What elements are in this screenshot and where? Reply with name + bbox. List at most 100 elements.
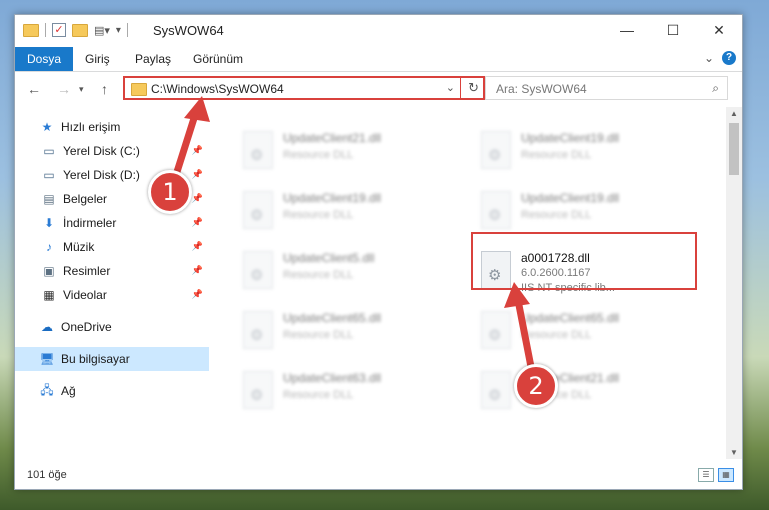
list-item[interactable]: ⚙ UpdateClient19.dll Resource DLL [235,187,455,239]
sidebar-item-drive-c[interactable]: ▭ Yerel Disk (C:) 📌 [15,139,209,163]
view-toggle: ☰ ▦ [698,468,734,482]
file-description: Resource DLL [521,149,592,161]
file-description: Resource DLL [283,329,354,341]
scroll-down-icon[interactable]: ▼ [730,448,738,457]
file-name: UpdateClient19.dll [521,131,620,145]
network-icon: 🖧 [40,382,54,397]
sidebar-item-label: Bu bilgisayar [61,352,130,366]
tab-file[interactable]: Dosya [15,47,74,71]
recent-locations-icon[interactable]: ▾ [79,84,84,95]
file-name: UpdateClient21.dll [283,131,382,145]
folder-icon [131,83,147,96]
list-item[interactable]: ⚙ UpdateClient65.dll Resource DLL [235,307,455,359]
details-view-icon[interactable]: ☰ [698,468,714,482]
drive-icon: ▭ [43,144,55,158]
scroll-up-icon[interactable]: ▲ [730,109,738,118]
expand-ribbon-icon[interactable]: ⌄ [704,51,714,65]
sidebar-item-music[interactable]: ♪ Müzik 📌 [15,235,209,259]
scroll-thumb[interactable] [729,123,739,175]
file-name: UpdateClient5.dll [283,251,375,265]
tiles-view-icon[interactable]: ▦ [718,468,734,482]
toolbar-separator [126,23,128,37]
qat-dropdown-icon[interactable]: ▾ [116,25,121,36]
pin-icon[interactable]: 📌 [192,289,203,300]
dll-file-icon: ⚙ [243,311,273,349]
maximize-button[interactable]: ☐ [650,15,696,45]
address-path[interactable]: C:\Windows\SysWOW64 [151,82,284,96]
customize-toolbar-icon[interactable]: ▤▾ [94,24,110,37]
step-2-badge: 2 [514,364,558,408]
refresh-icon[interactable]: ↻ [468,80,479,96]
pin-icon[interactable]: 📌 [192,145,203,156]
sidebar-item-pictures[interactable]: ▣ Resimler 📌 [15,259,209,283]
computer-icon: 🖥 [39,352,55,366]
videos-icon: ▦ [43,288,55,302]
list-item[interactable]: ⚙ UpdateClient65.dll Resource DLL [473,307,693,359]
pictures-icon: ▣ [43,264,55,278]
close-button[interactable]: ✕ [696,15,742,45]
pin-icon[interactable]: 📌 [192,193,203,204]
documents-icon: ▤ [43,192,55,206]
vertical-scrollbar[interactable]: ▲ ▼ [726,107,742,459]
chevron-down-icon[interactable]: ⌄ [446,81,455,94]
new-folder-icon[interactable] [72,23,88,37]
file-description: Resource DLL [521,209,592,221]
tab-view[interactable]: Görünüm [181,47,255,71]
file-highlight-box [471,232,697,290]
search-input[interactable]: Ara: SysWOW64 [496,82,587,96]
tab-share[interactable]: Paylaş [123,47,183,71]
sidebar-item-this-pc[interactable]: 🖥 Bu bilgisayar [15,347,209,371]
sidebar-item-quick-access[interactable]: ★ Hızlı erişim [15,115,209,139]
search-icon: ⌕ [712,81,719,95]
file-description: Resource DLL [283,209,354,221]
address-bar[interactable]: C:\Windows\SysWOW64 ⌄ ↻ [123,76,485,100]
sidebar-item-downloads[interactable]: ⬇ İndirmeler 📌 [15,211,209,235]
item-count: 101 öğe [27,469,67,481]
file-description: Resource DLL [521,329,592,341]
minimize-button[interactable]: — [604,15,650,45]
sidebar-item-label: OneDrive [61,320,112,334]
help-icon[interactable]: ? [722,51,736,65]
pin-icon[interactable]: 📌 [192,169,203,180]
file-name: UpdateClient19.dll [283,191,382,205]
list-item[interactable]: ⚙ UpdateClient21.dll Resource DLL [235,127,455,179]
list-item[interactable]: ⚙ UpdateClient21.dll Resource DLL [473,367,693,419]
pin-icon[interactable]: 📌 [192,217,203,228]
file-description: Resource DLL [283,149,354,161]
dll-file-icon: ⚙ [243,131,273,169]
file-description: Resource DLL [283,269,354,281]
toolbar-separator [45,23,46,37]
file-name: UpdateClient19.dll [521,191,620,205]
file-description: Resource DLL [283,389,354,401]
sidebar-item-label: Ağ [61,384,76,398]
up-arrow-icon[interactable]: ↑ [101,81,108,97]
sidebar-item-videos[interactable]: ▦ Videolar 📌 [15,283,209,307]
sidebar-item-label: Resimler [63,264,111,278]
dll-file-icon: ⚙ [481,191,511,229]
pin-icon[interactable]: 📌 [192,241,203,252]
file-name: UpdateClient65.dll [521,311,620,325]
sidebar-item-network[interactable]: 🖧 Ağ [15,379,209,403]
window-controls: — ☐ ✕ [604,15,742,45]
search-box[interactable]: Ara: SysWOW64 ⌕ [485,76,728,100]
list-item[interactable]: ⚙ UpdateClient19.dll Resource DLL [473,127,693,179]
navigation-bar: ← → ▾ ↑ C:\Windows\SysWOW64 ⌄ ↻ Ara: Sys… [15,72,742,106]
properties-icon[interactable]: ✓ [52,23,66,37]
forward-arrow-icon[interactable]: → [57,81,71,97]
dll-file-icon: ⚙ [481,131,511,169]
downloads-icon: ⬇ [43,216,55,230]
title-bar: ✓ ▤▾ ▾ SysWOW64 — ☐ ✕ [15,15,742,47]
music-icon: ♪ [46,240,52,254]
cloud-icon: ☁ [41,320,53,334]
sidebar-item-label: Müzik [63,240,95,254]
sidebar-item-onedrive[interactable]: ☁ OneDrive [15,315,209,339]
list-item[interactable]: ⚙ UpdateClient5.dll Resource DLL [235,247,455,299]
list-item[interactable]: ⚙ UpdateClient63.dll Resource DLL [235,367,455,419]
tab-home[interactable]: Giriş [73,47,122,71]
sidebar-item-label: Belgeler [63,192,108,206]
pin-icon[interactable]: 📌 [192,265,203,276]
file-name: UpdateClient65.dll [283,311,382,325]
navigation-pane: ★ Hızlı erişim ▭ Yerel Disk (C:) 📌 ▭ Yer… [15,107,209,459]
back-arrow-icon[interactable]: ← [27,81,41,97]
sidebar-item-label: Videolar [63,288,107,302]
